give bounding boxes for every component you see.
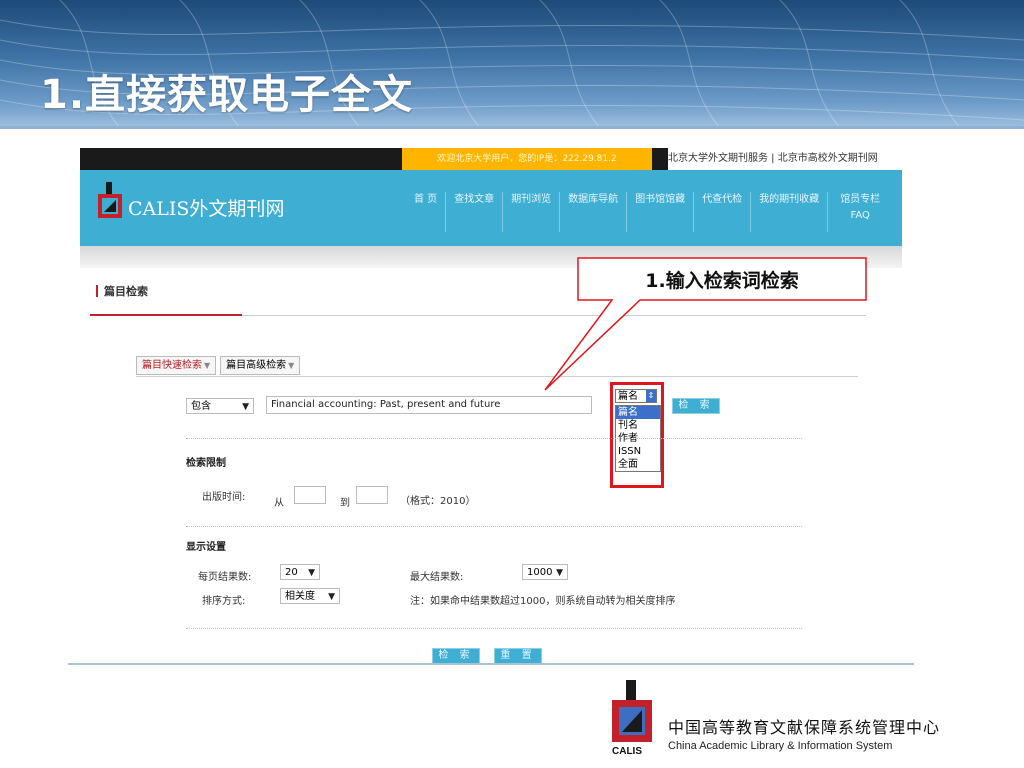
max-results-value: 1000 xyxy=(527,567,553,578)
sort-value: 相关度 xyxy=(285,591,315,602)
field-select-value: 篇名 xyxy=(618,391,638,402)
dotted-divider xyxy=(186,628,802,629)
callout-text: 1.输入检索词检索 xyxy=(645,270,799,292)
nav-browse-journals[interactable]: 期刊浏览 xyxy=(503,192,561,232)
format-hint: （格式：2010） xyxy=(400,496,476,507)
spinner-arrows-icon: ⇕ xyxy=(646,390,656,402)
footer-org-cn: 中国高等教育文献保障系统管理中心 xyxy=(668,718,941,737)
nav-find-articles[interactable]: 查找文章 xyxy=(446,192,504,232)
field-option-all[interactable]: 全面 xyxy=(616,458,660,471)
per-page-value: 20 xyxy=(285,567,298,578)
limit-heading: 检索限制 xyxy=(186,458,226,469)
section-title: 篇目检索 xyxy=(96,283,148,299)
sort-label: 排序方式: xyxy=(202,596,246,607)
match-mode-select[interactable]: 包含 ▼ xyxy=(186,398,254,414)
website-screenshot: 欢迎北京大学用户，您的IP是：222.29.81.2 北京大学外文期刊服务 | … xyxy=(80,148,902,668)
field-option-title[interactable]: 篇名 xyxy=(616,406,660,419)
header-shadow-bar xyxy=(80,246,902,268)
tab-quick-search-label: 篇目快速检索 xyxy=(142,360,202,371)
reset-button[interactable]: 重 置 xyxy=(494,648,542,664)
field-select-highlight: 篇名 ⇕ 篇名 刊名 作者 ISSN 全面 xyxy=(610,382,664,488)
match-mode-value: 包含 xyxy=(191,401,211,412)
welcome-message: 欢迎北京大学用户，您的IP是：222.29.81.2 xyxy=(402,148,652,170)
top-links[interactable]: 北京大学外文期刊服务 | 北京市高校外文期刊网 xyxy=(668,148,902,170)
nav-my-favorites[interactable]: 我的期刊收藏 xyxy=(751,192,829,232)
chevron-down-icon: ▼ xyxy=(204,361,211,370)
slide-title: 1.直接获取电子全文 xyxy=(40,72,414,118)
main-nav: 首 页 查找文章 期刊浏览 数据库导航 图书馆馆藏 代查代检 我的期刊收藏 馆员… xyxy=(406,192,892,232)
per-page-select[interactable]: 20 ▼ xyxy=(280,564,320,580)
submit-search-button[interactable]: 检 索 xyxy=(432,648,480,664)
nav-database-guide[interactable]: 数据库导航 xyxy=(560,192,628,232)
tab-advanced-search-label: 篇目高级检索 xyxy=(226,360,287,371)
field-option-journal[interactable]: 刊名 xyxy=(616,419,660,432)
slide-banner: 1.直接获取电子全文 xyxy=(0,0,1024,128)
dropdown-arrow-icon: ▼ xyxy=(328,592,335,602)
sort-note: 注：如果命中结果数超过1000，则系统自动转为相关度排序 xyxy=(410,596,676,607)
max-results-select[interactable]: 1000 ▼ xyxy=(522,564,568,580)
site-logo-text[interactable]: CALIS外文期刊网 xyxy=(128,194,284,221)
slide-bottom-rule xyxy=(68,663,914,665)
sort-select[interactable]: 相关度 ▼ xyxy=(280,588,340,604)
footer-org-en: China Academic Library & Information Sys… xyxy=(668,740,893,752)
dotted-divider xyxy=(186,438,802,439)
calis-logo-icon xyxy=(98,182,122,218)
site-header: CALIS外文期刊网 首 页 查找文章 期刊浏览 数据库导航 图书馆馆藏 代查代… xyxy=(80,170,902,246)
from-label: 从 xyxy=(274,498,284,509)
pub-time-label: 出版时间: xyxy=(202,492,246,503)
banner-divider xyxy=(0,126,1024,129)
per-page-label: 每页结果数: xyxy=(198,572,252,583)
nav-document-delivery[interactable]: 代查代检 xyxy=(694,192,752,232)
nav-home[interactable]: 首 页 xyxy=(406,192,447,232)
nav-library-holdings[interactable]: 图书馆馆藏 xyxy=(627,192,695,232)
field-option-issn[interactable]: ISSN xyxy=(616,445,660,458)
dropdown-arrow-icon: ▼ xyxy=(556,568,563,578)
tab-quick-search[interactable]: 篇目快速检索 ▼ xyxy=(136,356,217,375)
search-button[interactable]: 检 索 xyxy=(672,398,720,414)
display-heading: 显示设置 xyxy=(186,542,226,553)
nav-librarian-faq[interactable]: 馆员专栏 FAQ xyxy=(828,192,892,232)
chevron-down-icon: ▼ xyxy=(288,361,295,370)
year-to-input[interactable] xyxy=(356,486,388,504)
dotted-divider xyxy=(186,526,802,527)
field-select[interactable]: 篇名 ⇕ xyxy=(615,389,657,403)
footer-logo-word: CALIS xyxy=(612,746,642,757)
year-from-input[interactable] xyxy=(294,486,326,504)
to-label: 到 xyxy=(340,498,350,509)
tab-divider xyxy=(136,376,858,377)
search-query-input[interactable]: Financial accounting: Past, present and … xyxy=(266,396,592,414)
search-tabs: 篇目快速检索 ▼ 篇目高级检索 ▼ xyxy=(136,356,301,375)
calis-footer-logo-icon xyxy=(612,680,652,742)
max-results-label: 最大结果数: xyxy=(410,572,464,583)
dropdown-arrow-icon: ▼ xyxy=(242,402,249,412)
tab-advanced-search[interactable]: 篇目高级检索 ▼ xyxy=(220,356,301,375)
dropdown-arrow-icon: ▼ xyxy=(308,568,315,578)
section-divider-accent xyxy=(90,314,242,316)
